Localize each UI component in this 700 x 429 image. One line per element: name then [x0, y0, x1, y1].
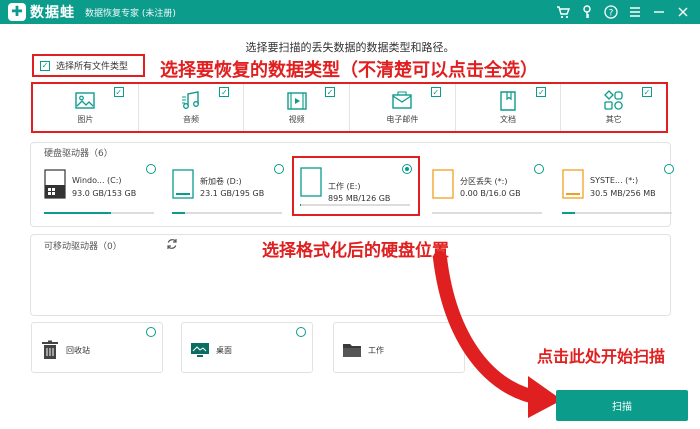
file-type-video[interactable]: ✓ 视频	[244, 84, 351, 131]
menu-icon[interactable]	[628, 5, 642, 19]
drive-radio[interactable]	[664, 164, 674, 174]
file-type-document[interactable]: ✓ 文档	[456, 84, 562, 131]
svg-text:?: ?	[609, 9, 614, 19]
help-icon[interactable]: ?	[604, 5, 618, 19]
video-icon	[285, 89, 309, 113]
location-radio[interactable]	[146, 327, 156, 337]
drive-item-system[interactable]: SYSTE... (*:) 30.5 MB/256 MB	[556, 162, 680, 220]
drive-item-d[interactable]: 新加卷 (D:) 23.1 GB/195 GB	[166, 162, 290, 220]
usage-bar-fill	[44, 212, 112, 214]
checkbox-checked-icon[interactable]: ✓	[325, 87, 336, 97]
usage-bar	[172, 212, 282, 214]
location-recycle-bin[interactable]: 回收站	[31, 322, 163, 373]
drive-icon	[300, 167, 322, 197]
desktop-icon	[191, 343, 209, 357]
usage-bar	[432, 212, 542, 214]
drive-size: 0.00 B/16.0 GB	[460, 189, 521, 198]
hard-drive-title: 硬盘驱动器（6）	[44, 149, 113, 159]
lost-partition-icon	[432, 169, 454, 199]
drive-item-e[interactable]: 工作 (E:) 895 MB/126 GB	[292, 156, 420, 216]
location-label: 工作	[368, 346, 384, 355]
drive-name: 工作 (E:)	[328, 182, 361, 191]
refresh-icon[interactable]	[166, 238, 178, 250]
scan-button[interactable]: 扫描	[556, 390, 688, 421]
file-type-label: 电子邮件	[386, 115, 419, 124]
file-type-label: 文档	[500, 115, 517, 124]
close-icon[interactable]	[676, 5, 690, 19]
select-all-label: 选择所有文件类型	[56, 62, 129, 72]
window-subtitle: 数据恢复专家 (未注册)	[85, 8, 176, 19]
file-type-other[interactable]: ✓ 其它	[561, 84, 666, 131]
recycle-bin-icon	[42, 340, 58, 359]
file-type-email[interactable]: ✓ 电子邮件	[350, 84, 456, 131]
music-icon	[179, 89, 203, 113]
location-label: 回收站	[66, 346, 90, 355]
file-type-label: 视频	[288, 115, 305, 124]
annotation-drive: 选择格式化后的硬盘位置	[262, 241, 449, 261]
usage-bar-fill	[562, 212, 576, 214]
usage-bar	[300, 204, 410, 206]
folder-icon	[343, 344, 361, 357]
file-type-image[interactable]: ✓ 图片	[33, 84, 139, 131]
checkbox-checked-icon: ✓	[40, 60, 50, 71]
file-type-selector: ✓ 图片 ✓ 音频 ✓ 视频 ✓ 电子邮件 ✓ 文档 ✓ 其它	[31, 82, 668, 133]
checkbox-checked-icon[interactable]: ✓	[430, 87, 441, 97]
file-type-label: 图片	[77, 115, 94, 124]
app-logo: ✚ 数据蛙	[8, 2, 75, 22]
drive-radio-selected[interactable]	[402, 164, 412, 174]
drive-size: 93.0 GB/153 GB	[72, 189, 137, 198]
select-all-checkbox[interactable]: ✓ 选择所有文件类型	[32, 54, 145, 77]
minimize-icon[interactable]	[652, 5, 666, 19]
location-radio[interactable]	[296, 327, 306, 337]
other-icon	[602, 89, 626, 113]
checkbox-checked-icon[interactable]: ✓	[113, 87, 124, 97]
email-icon	[390, 89, 414, 113]
key-icon[interactable]	[580, 5, 594, 19]
drive-size: 30.5 MB/256 MB	[590, 189, 656, 198]
windows-drive-icon	[44, 169, 66, 199]
drive-icon	[172, 169, 194, 199]
title-bar: ✚ 数据蛙 数据恢复专家 (未注册) ?	[0, 0, 700, 24]
usage-bar-fill	[172, 212, 186, 214]
drive-size: 23.1 GB/195 GB	[200, 189, 265, 198]
document-icon	[496, 89, 520, 113]
drive-radio[interactable]	[274, 164, 284, 174]
checkbox-checked-icon[interactable]: ✓	[642, 87, 653, 97]
scan-prompt: 选择要扫描的丢失数据的数据类型和路径。	[245, 41, 455, 54]
image-icon	[73, 89, 97, 113]
drive-size: 895 MB/126 GB	[328, 194, 391, 203]
annotation-types: 选择要恢复的数据类型（不清楚可以点击全选）	[160, 60, 538, 81]
removable-drive-title: 可移动驱动器（0）	[44, 242, 122, 252]
drive-item-lost[interactable]: 分区丢失 (*:) 0.00 B/16.0 GB	[426, 162, 550, 220]
drive-item-c[interactable]: Windo... (C:) 93.0 GB/153 GB	[38, 162, 162, 220]
drive-name: 新加卷 (D:)	[200, 177, 242, 186]
file-type-label: 其它	[605, 115, 622, 124]
location-label: 桌面	[216, 346, 232, 355]
checkbox-checked-icon[interactable]: ✓	[536, 87, 547, 97]
usage-bar	[562, 212, 672, 214]
checkbox-checked-icon[interactable]: ✓	[219, 87, 230, 97]
usage-bar	[44, 212, 154, 214]
usage-bar-fill	[300, 204, 302, 206]
location-desktop[interactable]: 桌面	[181, 322, 313, 373]
drive-name: SYSTE... (*:)	[590, 176, 639, 185]
file-type-label: 音频	[183, 115, 199, 124]
system-drive-icon	[562, 169, 584, 199]
drive-name: 分区丢失 (*:)	[460, 177, 508, 186]
brand-name: 数据蛙	[30, 5, 75, 21]
file-type-audio[interactable]: ✓ 音频	[139, 84, 245, 131]
logo-icon: ✚	[8, 3, 26, 21]
cart-icon[interactable]	[556, 5, 570, 19]
drive-name: Windo... (C:)	[72, 176, 122, 185]
drive-radio[interactable]	[146, 164, 156, 174]
drive-radio[interactable]	[534, 164, 544, 174]
